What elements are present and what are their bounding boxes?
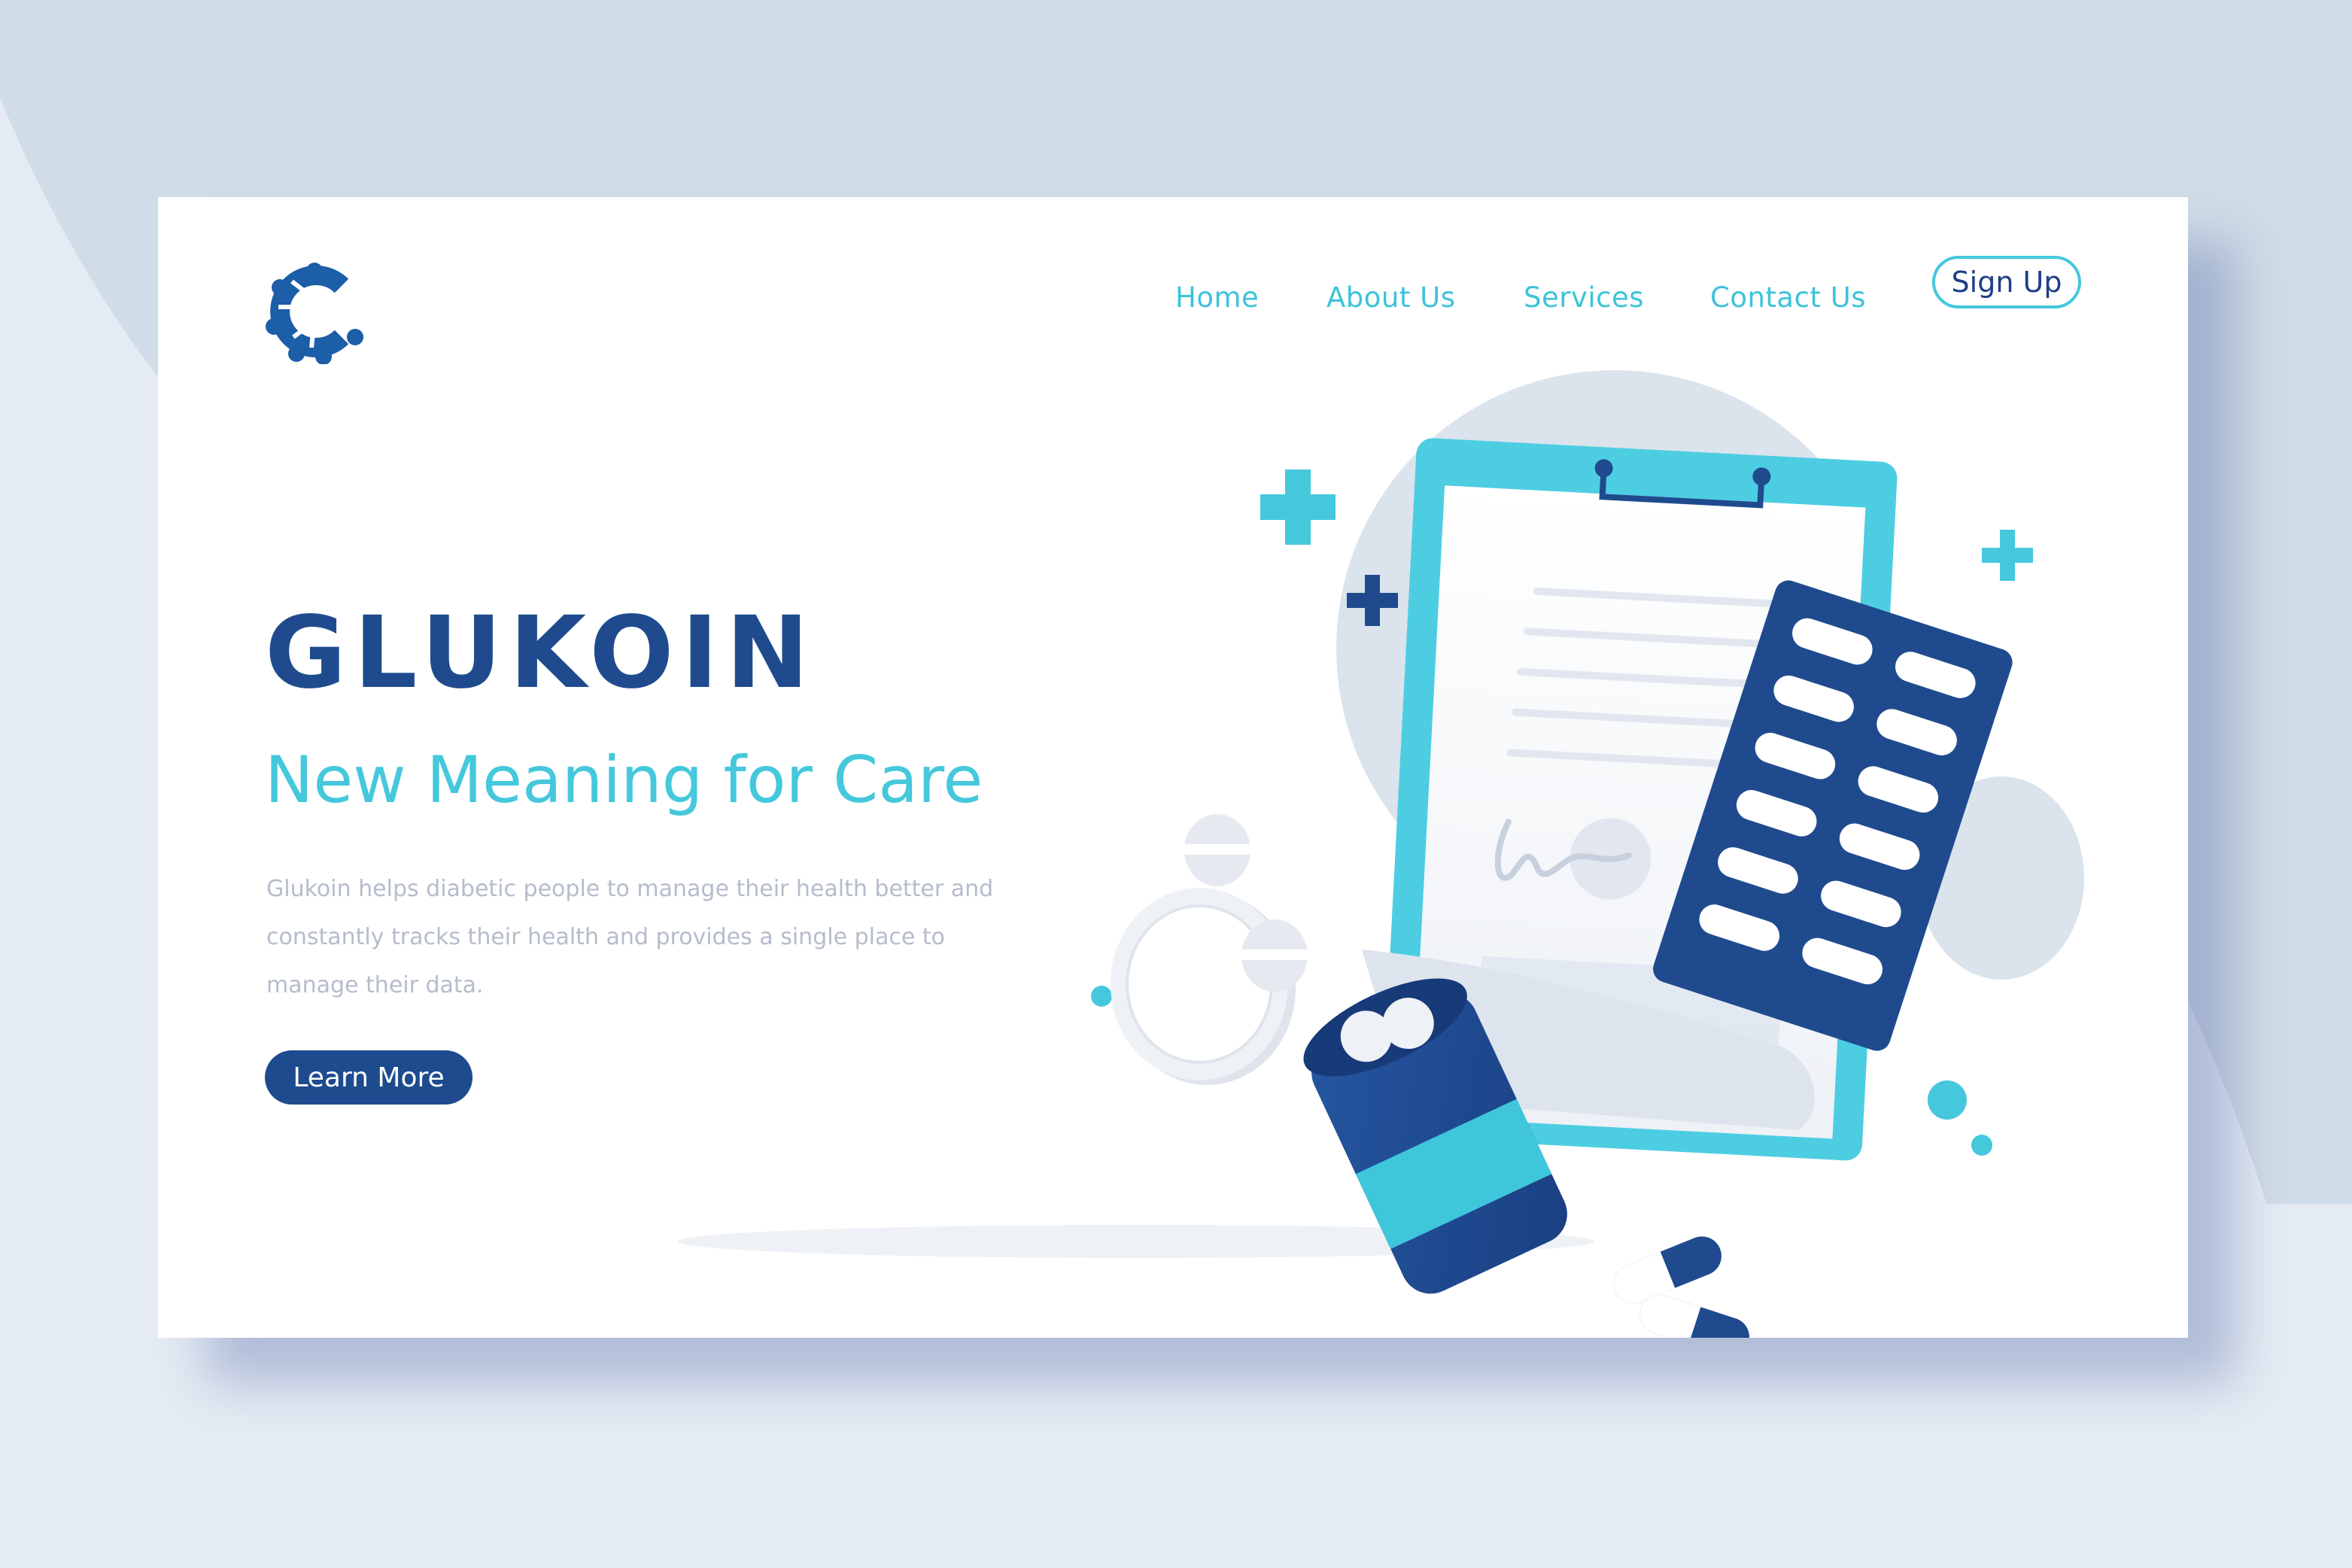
landing-card: Home About Us Services Contact Us Sign U… [158,197,2188,1338]
plus-icon [1260,469,1336,545]
plus-icon [1982,530,2033,581]
tablet-icon [1184,814,1250,886]
medical-illustration [677,370,2084,1338]
decor-dot [1971,1135,1992,1156]
tablet-icon [1241,919,1308,992]
decor-dot [1091,986,1112,1007]
capsule-icon [1639,1294,1749,1338]
decor-dot [1928,1080,1967,1120]
